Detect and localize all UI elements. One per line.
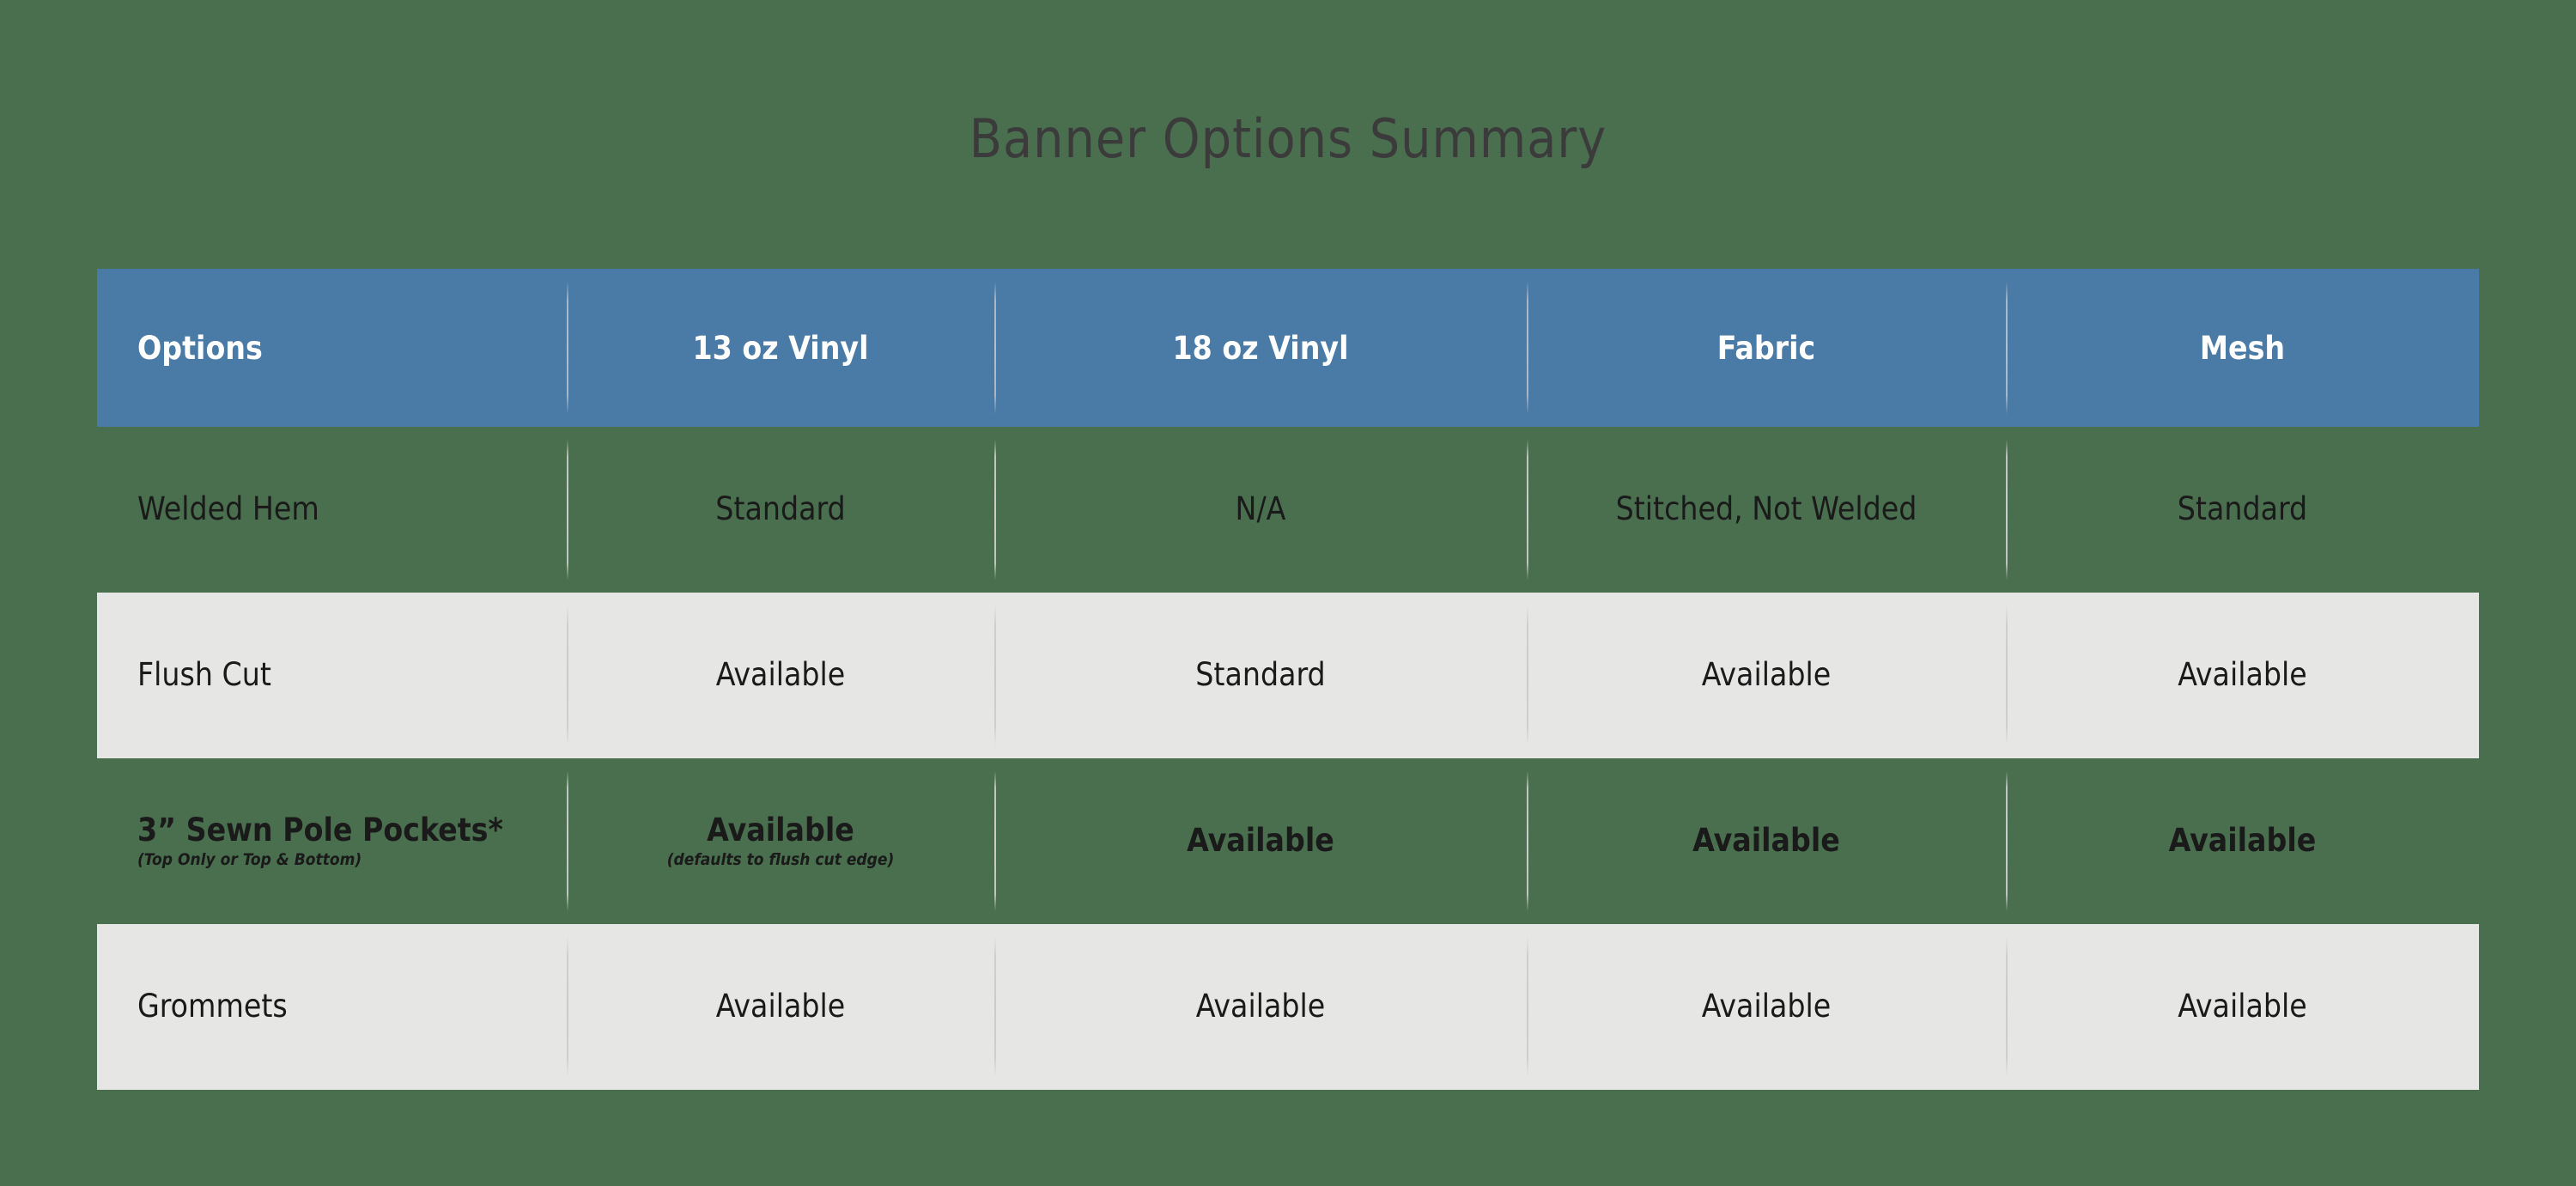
- header-label: 13 oz Vinyl: [692, 329, 869, 367]
- row-value-cell-fabric: Available: [1527, 924, 2006, 1090]
- row-value: Available: [707, 811, 854, 848]
- row-value-cell-18oz-vinyl: Available: [994, 758, 1527, 924]
- row-option-label: 3” Sewn Pole Pockets*: [137, 811, 503, 848]
- header-cell-18oz-vinyl: 18 oz Vinyl: [994, 269, 1527, 427]
- row-value-cell-13oz-vinyl: Standard: [567, 427, 994, 593]
- row-value: Available: [715, 656, 846, 694]
- row-option-label: Welded Hem: [137, 490, 319, 528]
- header-label: Fabric: [1716, 329, 1816, 367]
- row-value: Available: [2178, 988, 2307, 1025]
- row-option-label: Flush Cut: [137, 656, 271, 694]
- table-header-row: Options 13 oz Vinyl 18 oz Vinyl Fabric M…: [97, 269, 2479, 427]
- row-value: Available: [1701, 988, 1832, 1025]
- row-value-cell-13oz-vinyl: Available: [567, 593, 994, 758]
- row-option-cell: 3” Sewn Pole Pockets* (Top Only or Top &…: [97, 758, 567, 924]
- row-value-cell-mesh: Standard: [2006, 427, 2479, 593]
- row-value-cell-18oz-vinyl: Available: [994, 924, 1527, 1090]
- row-value: Available: [715, 988, 846, 1025]
- row-value-cell-fabric: Available: [1527, 593, 2006, 758]
- table-row: 3” Sewn Pole Pockets* (Top Only or Top &…: [97, 758, 2479, 924]
- header-cell-fabric: Fabric: [1527, 269, 2006, 427]
- header-cell-13oz-vinyl: 13 oz Vinyl: [567, 269, 994, 427]
- header-cell-mesh: Mesh: [2006, 269, 2479, 427]
- row-value: N/A: [1235, 490, 1286, 528]
- row-value: Available: [1692, 822, 1840, 860]
- page-root: Banner Options Summary Options 13 oz Vin…: [0, 0, 2576, 1186]
- row-value-cell-18oz-vinyl: N/A: [994, 427, 1527, 593]
- row-value-sublabel: (defaults to flush cut edge): [666, 850, 895, 870]
- row-option-cell: Flush Cut: [97, 593, 567, 758]
- banner-options-table: Options 13 oz Vinyl 18 oz Vinyl Fabric M…: [97, 269, 2479, 1090]
- row-value-cell-fabric: Stitched, Not Welded: [1527, 427, 2006, 593]
- row-value: Available: [1187, 822, 1334, 860]
- header-cell-options: Options: [97, 269, 567, 427]
- row-value: Available: [1195, 988, 1326, 1025]
- table-row: Flush Cut Available Standard Available A…: [97, 593, 2479, 758]
- row-value-cell-mesh: Available: [2006, 758, 2479, 924]
- row-value: Stitched, Not Welded: [1615, 490, 1917, 528]
- table-row: Welded Hem Standard N/A Stitched, Not We…: [97, 427, 2479, 593]
- row-value-cell-fabric: Available: [1527, 758, 2006, 924]
- row-value-cell-mesh: Available: [2006, 593, 2479, 758]
- table-row: Grommets Available Available Available A…: [97, 924, 2479, 1090]
- row-value: Available: [2178, 656, 2307, 694]
- row-option-cell: Welded Hem: [97, 427, 567, 593]
- row-option-cell: Grommets: [97, 924, 567, 1090]
- page-title: Banner Options Summary: [969, 107, 1607, 170]
- row-value-cell-13oz-vinyl: Available: [567, 924, 994, 1090]
- row-value: Available: [2168, 822, 2317, 860]
- row-value: Standard: [2177, 490, 2308, 528]
- row-value: Available: [1701, 656, 1832, 694]
- row-value-cell-mesh: Available: [2006, 924, 2479, 1090]
- row-value-cell-13oz-vinyl: Available (defaults to flush cut edge): [567, 758, 994, 924]
- header-label: Options: [137, 329, 263, 367]
- row-option-sublabel: (Top Only or Top & Bottom): [137, 850, 362, 870]
- row-value: Standard: [715, 490, 846, 528]
- header-label: Mesh: [2199, 329, 2286, 367]
- row-value-cell-18oz-vinyl: Standard: [994, 593, 1527, 758]
- row-value: Standard: [1195, 656, 1326, 694]
- row-option-label: Grommets: [137, 988, 288, 1025]
- header-label: 18 oz Vinyl: [1172, 329, 1349, 367]
